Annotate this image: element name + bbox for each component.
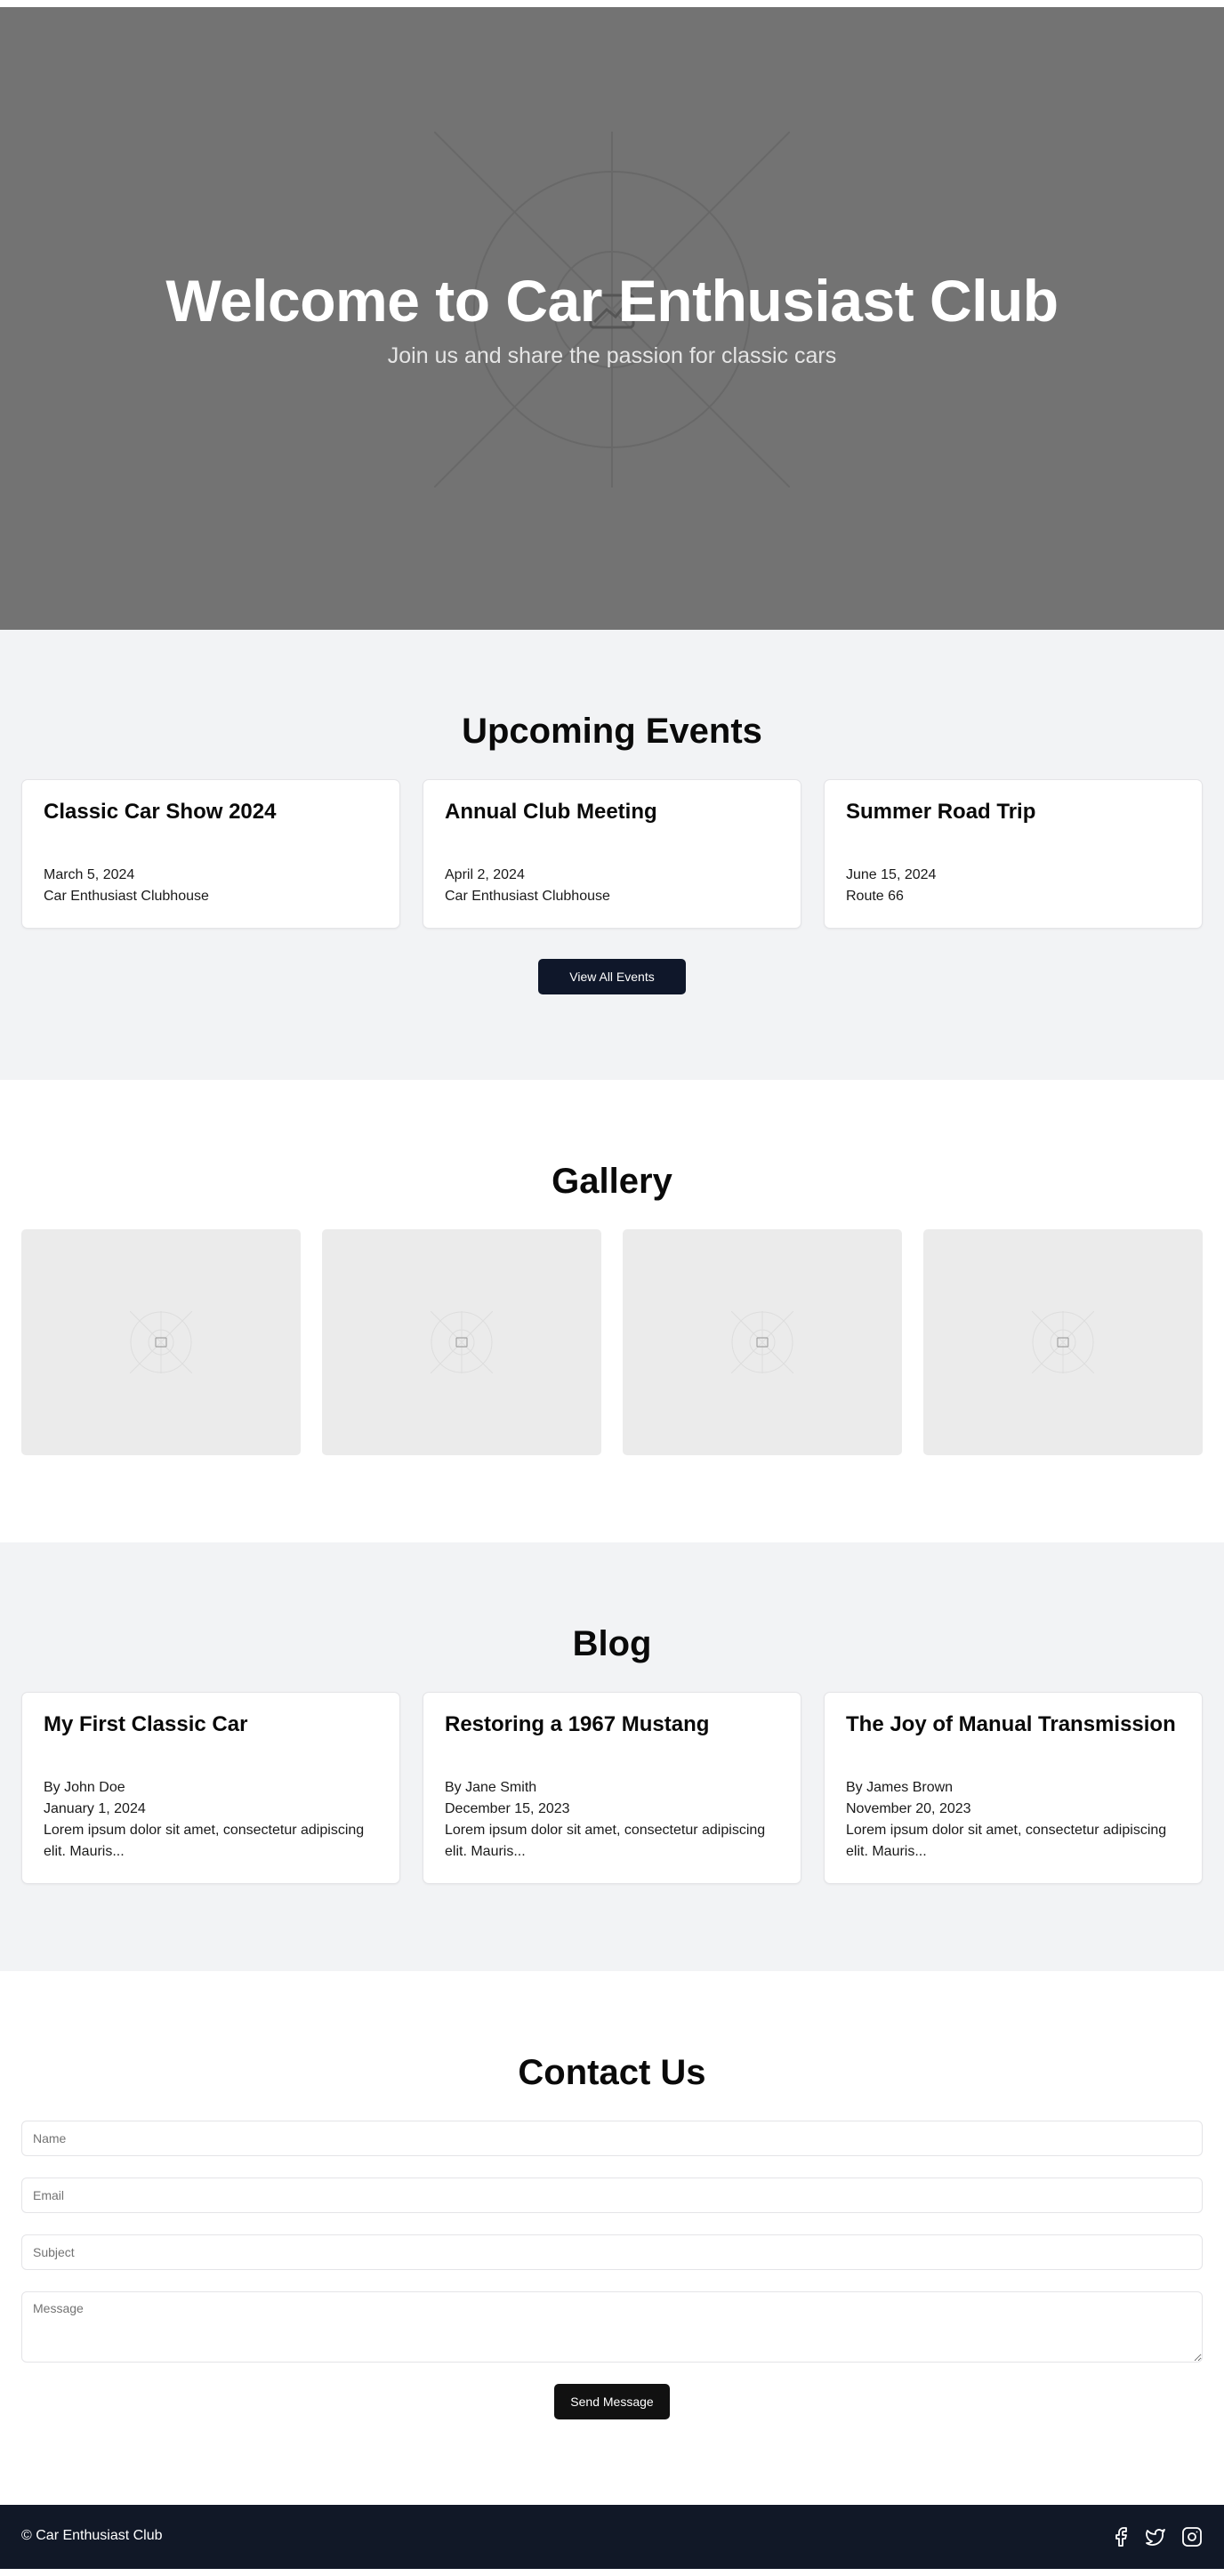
blog-post-title: The Joy of Manual Transmission [846, 1712, 1176, 1736]
gallery-title: Gallery [552, 1162, 672, 1201]
blog-post-date: November 20, 2023 [846, 1801, 971, 1816]
gallery-image[interactable] [623, 1229, 902, 1455]
hero-banner: Welcome to Car Enthusiast Club Join us a… [0, 7, 1224, 630]
blog-post-author: By Jane Smith [445, 1780, 537, 1795]
footer-copyright: © Car Enthusiast Club [21, 2528, 163, 2543]
blog-post-author: By James Brown [846, 1780, 954, 1795]
blog-post-title: My First Classic Car [44, 1712, 248, 1736]
blog-post-excerpt: Lorem ipsum dolor sit amet, consectetur … [846, 1823, 1167, 1859]
blog-section: Blog My First Classic Car By John Doe Ja… [0, 1542, 1224, 1971]
image-placeholder-icon [1032, 1311, 1094, 1373]
image-placeholder-icon [731, 1311, 793, 1373]
blog-post-title: Restoring a 1967 Mustang [445, 1712, 710, 1736]
gallery-image[interactable] [21, 1229, 301, 1455]
blog-post-author: By John Doe [44, 1780, 125, 1795]
event-location: Route 66 [846, 889, 904, 904]
hero-title: Welcome to Car Enthusiast Club [165, 268, 1059, 334]
event-title: Annual Club Meeting [445, 800, 657, 824]
send-message-button[interactable]: Send Message [554, 2384, 670, 2419]
blog-post-date: January 1, 2024 [44, 1801, 146, 1816]
instagram-icon[interactable] [1181, 2526, 1203, 2548]
blog-post-card[interactable]: Restoring a 1967 Mustang By Jane Smith D… [423, 1692, 801, 1884]
event-date: March 5, 2024 [44, 867, 135, 882]
event-date: April 2, 2024 [445, 867, 525, 882]
contact-title: Contact Us [518, 2053, 706, 2092]
event-location: Car Enthusiast Clubhouse [445, 889, 610, 904]
event-date: June 15, 2024 [846, 867, 937, 882]
event-title: Classic Car Show 2024 [44, 800, 277, 824]
events-title: Upcoming Events [462, 712, 762, 751]
image-placeholder-icon [130, 1311, 192, 1373]
blog-post-card[interactable]: The Joy of Manual Transmission By James … [824, 1692, 1203, 1884]
twitter-icon[interactable] [1145, 2526, 1166, 2548]
event-card[interactable]: Summer Road Trip June 15, 2024 Route 66 [824, 779, 1203, 929]
blog-post-excerpt: Lorem ipsum dolor sit amet, consectetur … [445, 1823, 766, 1859]
event-card[interactable]: Classic Car Show 2024 March 5, 2024 Car … [21, 779, 400, 929]
email-field[interactable] [21, 2178, 1203, 2213]
blog-post-card[interactable]: My First Classic Car By John Doe January… [21, 1692, 400, 1884]
view-all-events-button[interactable]: View All Events [538, 959, 686, 994]
subject-field[interactable] [21, 2234, 1203, 2270]
hero-subtitle: Join us and share the passion for classi… [387, 343, 837, 368]
message-field[interactable] [21, 2291, 1203, 2363]
events-section: Upcoming Events Classic Car Show 2024 Ma… [0, 630, 1224, 1080]
event-title: Summer Road Trip [846, 800, 1036, 824]
event-location: Car Enthusiast Clubhouse [44, 889, 209, 904]
facebook-icon[interactable] [1110, 2526, 1131, 2548]
blog-title: Blog [572, 1624, 652, 1663]
blog-post-excerpt: Lorem ipsum dolor sit amet, consectetur … [44, 1823, 365, 1859]
gallery-image[interactable] [322, 1229, 601, 1455]
name-field[interactable] [21, 2121, 1203, 2156]
footer: © Car Enthusiast Club [0, 2505, 1224, 2569]
event-card[interactable]: Annual Club Meeting April 2, 2024 Car En… [423, 779, 801, 929]
blog-post-date: December 15, 2023 [445, 1801, 570, 1816]
gallery-image[interactable] [923, 1229, 1203, 1455]
contact-section: Contact Us Send Message [0, 1971, 1224, 2505]
image-placeholder-icon [431, 1311, 493, 1373]
